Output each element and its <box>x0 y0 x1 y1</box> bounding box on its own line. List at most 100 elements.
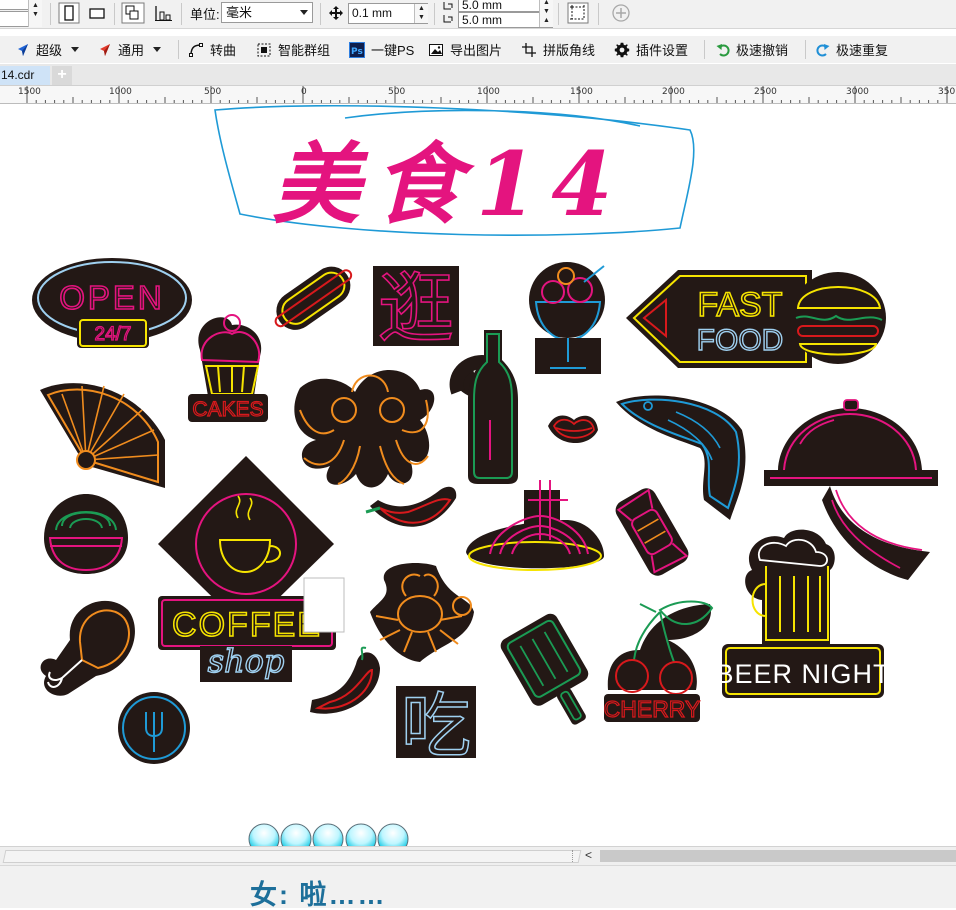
candy[interactable] <box>612 485 692 580</box>
ruler-label: 0 <box>301 87 307 97</box>
ruler-label: 2500 <box>754 87 777 97</box>
tab-document[interactable]: 14.cdr <box>0 66 50 85</box>
align-icon[interactable] <box>121 2 145 24</box>
add-tab-button[interactable]: + <box>52 66 72 85</box>
lips[interactable] <box>548 415 598 444</box>
spin-up-icon[interactable]: ▲ <box>29 1 42 10</box>
red-chili[interactable] <box>310 646 380 714</box>
ruler-label: 1500 <box>18 87 41 97</box>
distribute-icon[interactable] <box>152 2 174 24</box>
general-arrow-icon <box>100 43 110 56</box>
smart-group-icon <box>257 43 271 56</box>
one-click-ps-label: 一键PS <box>371 43 415 58</box>
svg-text:Ps: Ps <box>351 47 363 57</box>
fork-badge[interactable] <box>118 692 190 764</box>
plugin-settings-button[interactable]: 插件设置 <box>614 36 688 63</box>
spin-up-icon[interactable]: ▲ <box>415 4 428 13</box>
burger[interactable] <box>790 272 886 364</box>
wine-bottle[interactable] <box>449 330 518 484</box>
general-button[interactable]: 通用 <box>98 36 162 63</box>
redo-icon <box>816 43 830 56</box>
nudge-spin-buttons[interactable]: ▲ ▼ <box>414 4 428 23</box>
chevron-down-icon[interactable] <box>71 47 80 52</box>
horizontal-scrollbar[interactable]: < <box>0 846 956 865</box>
toolbar-separator <box>178 40 179 59</box>
frame-icon[interactable] <box>567 2 589 24</box>
fast-food-sign[interactable]: FAST FOOD <box>626 270 812 368</box>
duplicate-spin-buttons[interactable]: ▲ ▼ ▲ <box>539 0 553 27</box>
ruler-label: 350 <box>938 87 956 97</box>
convert-curve-button[interactable]: 转曲 <box>188 36 236 63</box>
toolbar-separator <box>805 40 806 59</box>
spin-down-icon[interactable]: ▼ <box>415 13 428 22</box>
drumstick[interactable] <box>40 600 135 696</box>
scroll-thumb[interactable] <box>600 850 956 862</box>
title-banner[interactable]: 美食14 <box>214 104 695 236</box>
page-spin-buttons[interactable]: ▲ ▼ <box>28 0 42 27</box>
ice-cream-glass[interactable] <box>529 262 605 374</box>
noodles-plate[interactable] <box>466 480 604 571</box>
one-click-ps-button[interactable]: Ps 一键PS <box>349 36 414 63</box>
add-circle-icon[interactable] <box>611 3 631 23</box>
coffee-shop-sign[interactable]: COFFEE shop <box>158 456 336 682</box>
chevron-down-icon[interactable] <box>153 47 162 52</box>
imposition-marks-label: 拼版角线 <box>543 43 596 58</box>
ruler-label: 1500 <box>570 87 593 97</box>
noodle-bowl[interactable] <box>44 494 128 574</box>
hot-dog[interactable] <box>266 257 362 340</box>
toolbar-separator <box>181 3 182 25</box>
portrait-page-icon[interactable] <box>58 2 80 24</box>
export-image-label: 导出图片 <box>450 43 503 58</box>
gear-icon <box>614 42 630 57</box>
hours-text: 24/7 <box>95 324 132 345</box>
toolbar-separator <box>114 3 115 25</box>
chi-character[interactable]: 吃 <box>396 686 476 766</box>
guang-text: 逛 <box>378 267 454 352</box>
chi-text: 吃 <box>401 687 471 765</box>
unit-select[interactable]: 毫米 <box>221 2 313 23</box>
fast-undo-button[interactable]: 极速撤销 <box>716 36 788 63</box>
spin-down-icon[interactable]: ▼ <box>540 7 553 16</box>
toolbar-separator <box>320 3 321 25</box>
general-label: 通用 <box>118 43 145 58</box>
status-bar: 女: 啦…… <box>0 865 956 910</box>
export-image-button[interactable]: 导出图片 <box>428 36 502 63</box>
cherry-text: CHERRY <box>604 696 701 722</box>
smart-group-button[interactable]: 智能群组 <box>256 36 330 63</box>
scroll-left-button[interactable]: < <box>585 847 592 864</box>
toolbar-separator <box>558 3 559 25</box>
document-tab-strip: 14.cdr + <box>0 64 956 86</box>
horizontal-ruler[interactable]: 1500 1000 500 0 500 1000 1500 2000 2500 … <box>0 86 956 104</box>
crab[interactable] <box>370 562 474 662</box>
super-button[interactable]: 超级 <box>16 36 80 63</box>
artwork: 美食14 OPEN 24/7 逛 FAST FOOD CAKES COFFEE … <box>32 104 938 766</box>
cherry-sign[interactable]: CHERRY <box>603 600 714 723</box>
plugin-toolbar: 超级 通用 转曲 智能群组 Ps 一键PS 导出图片 拼版角线 插件设置 极速撤… <box>0 36 956 63</box>
ruler-label: 500 <box>204 87 222 97</box>
status-text: 女: 啦…… <box>250 880 387 910</box>
spin-up-icon[interactable]: ▲ <box>540 0 553 7</box>
ruler-label: 3000 <box>846 87 869 97</box>
chevron-down-icon <box>300 10 308 15</box>
unit-select-value: 毫米 <box>226 5 253 20</box>
grill-spatula[interactable] <box>498 611 608 738</box>
shop-text: shop <box>208 642 285 680</box>
chili-pepper[interactable] <box>365 486 457 527</box>
nudge-icon <box>329 6 343 20</box>
page-navigator-area[interactable] <box>2 850 582 863</box>
guang-character[interactable]: 逛 <box>373 266 459 353</box>
toolbar-separator <box>50 3 51 25</box>
landscape-page-icon[interactable] <box>86 2 108 24</box>
super-arrow-icon <box>18 43 28 56</box>
octopus[interactable] <box>294 370 435 488</box>
folding-fan[interactable] <box>40 383 165 488</box>
fast-redo-button[interactable]: 极速重复 <box>816 36 888 63</box>
imposition-marks-button[interactable]: 拼版角线 <box>521 36 595 63</box>
smart-group-label: 智能群组 <box>278 43 331 58</box>
open-24-7-sign[interactable]: OPEN 24/7 <box>32 258 192 348</box>
spin-up-icon[interactable]: ▲ <box>540 16 553 25</box>
scroll-grip-icon[interactable] <box>572 850 581 862</box>
cupcake[interactable]: CAKES <box>188 314 268 422</box>
spin-down-icon[interactable]: ▼ <box>29 10 42 19</box>
drawing-canvas[interactable]: 美食14 OPEN 24/7 逛 FAST FOOD CAKES COFFEE … <box>0 104 956 846</box>
